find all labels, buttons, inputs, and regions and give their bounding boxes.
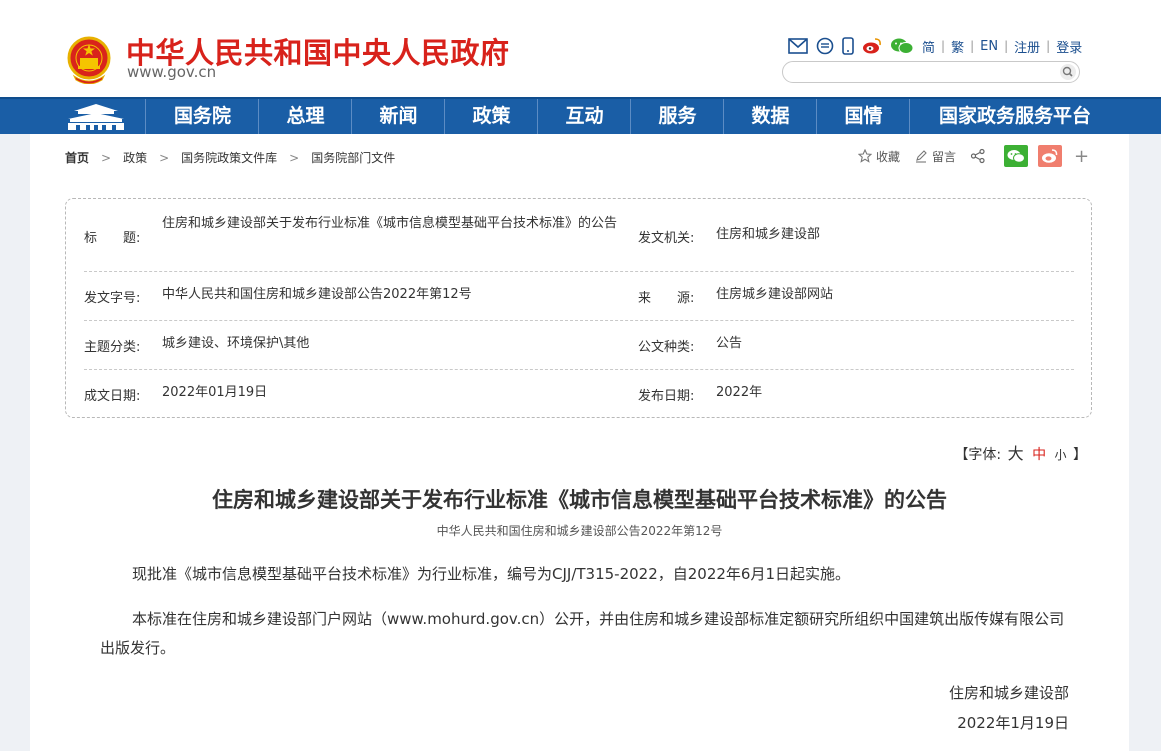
article-paragraph: 现批准《城市信息模型基础平台技术标准》为行业标准，编号为CJJ/T315-202… bbox=[132, 565, 851, 583]
title-value: 住房和城乡建设部关于发布行业标准《城市信息模型基础平台技术标准》的公告 bbox=[162, 216, 618, 231]
lang-simplified-link[interactable]: 简 bbox=[922, 37, 935, 56]
info-row-docno: 发文字号: 中华人民共和国住房和城乡建设部公告2022年第12号 来 源: 住房… bbox=[84, 271, 1074, 321]
wechat-icon[interactable] bbox=[890, 37, 914, 55]
divider: | bbox=[941, 39, 946, 53]
article-title: 住房和城乡建设部关于发布行业标准《城市信息模型基础平台技术标准》的公告 bbox=[212, 488, 947, 512]
top-toolbar: 简 | 繁 | EN | 注册 | 登录 bbox=[788, 35, 1082, 57]
created-date-label: 成文日期: bbox=[84, 389, 141, 404]
share-toolbar: 收藏 留言 + bbox=[858, 144, 1089, 168]
divider: | bbox=[970, 39, 975, 53]
created-date-value: 2022年01月19日 bbox=[162, 385, 268, 400]
font-size-switcher: 【字体: 大 中 小 】 bbox=[954, 440, 1087, 464]
issuer-value: 住房和城乡建设部 bbox=[716, 227, 821, 242]
nav-item-gov-service-platform[interactable]: 国家政务服务平台 bbox=[909, 99, 1120, 134]
divider: | bbox=[1004, 39, 1009, 53]
favorite-button[interactable]: 收藏 bbox=[858, 148, 900, 165]
share-weibo-button[interactable] bbox=[1038, 145, 1063, 167]
topic-label: 主题分类: bbox=[84, 340, 141, 355]
comment-button[interactable]: 留言 bbox=[914, 148, 956, 165]
nav-item-services[interactable]: 服务 bbox=[630, 99, 724, 134]
font-size-close: 】 bbox=[1073, 447, 1087, 463]
info-row-title: 标 题: 住房和城乡建设部关于发布行业标准《城市信息模型基础平台技术标准》的公告… bbox=[84, 199, 1074, 272]
wechat-icon bbox=[1007, 150, 1026, 163]
type-value: 公告 bbox=[716, 336, 743, 351]
search-box bbox=[782, 61, 1080, 83]
document-info-box: 标 题: 住房和城乡建设部关于发布行业标准《城市信息模型基础平台技术标准》的公告… bbox=[65, 198, 1092, 418]
message-icon[interactable] bbox=[816, 37, 834, 55]
search-icon bbox=[1062, 66, 1073, 77]
article-paragraph: 本标准在住房和城乡建设部门户网站（www.mohurd.gov.cn）公开，并由… bbox=[100, 610, 1065, 657]
search-input[interactable] bbox=[793, 64, 1047, 82]
national-emblem-icon[interactable] bbox=[66, 36, 112, 84]
mobile-icon[interactable] bbox=[842, 37, 854, 55]
published-date-label: 发布日期: bbox=[638, 389, 695, 404]
font-size-open: 【字体: bbox=[954, 447, 1002, 463]
published-date-value: 2022年 bbox=[716, 385, 763, 400]
font-size-medium-button[interactable]: 中 bbox=[1032, 447, 1046, 463]
info-row-dates: 成文日期: 2022年01月19日 发布日期: 2022年 bbox=[84, 369, 1074, 417]
chevron-right-icon: > bbox=[101, 150, 112, 165]
source-value: 住房城乡建设部网站 bbox=[716, 287, 834, 302]
star-icon bbox=[858, 149, 872, 163]
article-doc-number: 中华人民共和国住房和城乡建设部公告2022年第12号 bbox=[436, 524, 723, 538]
nav-item-state-council[interactable]: 国务院 bbox=[145, 99, 259, 134]
lang-traditional-link[interactable]: 繁 bbox=[951, 37, 964, 56]
pen-icon bbox=[916, 150, 927, 163]
divider: | bbox=[1046, 39, 1051, 53]
breadcrumb-policy[interactable]: 政策 bbox=[123, 149, 147, 166]
plus-icon[interactable]: + bbox=[1074, 146, 1089, 167]
comment-label: 留言 bbox=[932, 149, 957, 164]
nav-item-premier[interactable]: 总理 bbox=[258, 99, 352, 134]
article-date: 2022年1月19日 bbox=[957, 714, 1069, 732]
breadcrumb-home[interactable]: 首页 bbox=[65, 149, 89, 166]
type-label: 公文种类: bbox=[638, 340, 695, 355]
register-link[interactable]: 注册 bbox=[1014, 37, 1040, 56]
nav-item-policy[interactable]: 政策 bbox=[444, 99, 538, 134]
site-header: 中华人民共和国中央人民政府 www.gov.cn 简 | 繁 | EN | 注册… bbox=[0, 0, 1161, 97]
chevron-right-icon: > bbox=[289, 150, 300, 165]
font-size-large-button[interactable]: 大 bbox=[1008, 444, 1024, 463]
docno-label: 发文字号: bbox=[84, 291, 141, 306]
weibo-icon bbox=[1042, 149, 1058, 163]
source-label: 来 源: bbox=[638, 291, 695, 306]
share-icon bbox=[970, 148, 985, 164]
search-button[interactable] bbox=[1060, 64, 1076, 80]
mail-icon[interactable] bbox=[788, 38, 808, 54]
site-domain: www.gov.cn bbox=[127, 63, 217, 81]
weibo-icon[interactable] bbox=[862, 37, 882, 55]
main-nav: 国务院 总理 新闻 政策 互动 服务 数据 国情 国家政务服务平台 bbox=[0, 97, 1161, 134]
favorite-label: 收藏 bbox=[876, 149, 901, 164]
article-signer: 住房和城乡建设部 bbox=[948, 684, 1069, 702]
nav-item-news[interactable]: 新闻 bbox=[351, 99, 445, 134]
share-button[interactable] bbox=[970, 148, 990, 164]
content-page: 首页 > 政策 > 国务院政策文件库 > 国务院部门文件 收藏 留言 + 标 题… bbox=[30, 134, 1129, 751]
issuer-label: 发文机关: bbox=[638, 231, 695, 246]
share-wechat-button[interactable] bbox=[1004, 145, 1029, 167]
lang-english-link[interactable]: EN bbox=[980, 39, 998, 54]
chevron-right-icon: > bbox=[159, 150, 170, 165]
nav-item-interaction[interactable]: 互动 bbox=[537, 99, 631, 134]
docno-value: 中华人民共和国住房和城乡建设部公告2022年第12号 bbox=[162, 287, 472, 302]
breadcrumb: 首页 > 政策 > 国务院政策文件库 > 国务院部门文件 bbox=[65, 149, 395, 166]
breadcrumb-policy-library[interactable]: 国务院政策文件库 bbox=[181, 149, 277, 166]
font-size-small-button[interactable]: 小 bbox=[1055, 448, 1067, 462]
info-row-topic: 主题分类: 城乡建设、环境保护\其他 公文种类: 公告 bbox=[84, 320, 1074, 370]
title-label: 标 题: bbox=[84, 231, 141, 246]
nav-item-data[interactable]: 数据 bbox=[723, 99, 817, 134]
breadcrumb-department-docs[interactable]: 国务院部门文件 bbox=[311, 149, 395, 166]
tiananmen-icon[interactable] bbox=[60, 101, 132, 133]
login-link[interactable]: 登录 bbox=[1056, 37, 1082, 56]
topic-value: 城乡建设、环境保护\其他 bbox=[162, 336, 310, 351]
nav-item-national-conditions[interactable]: 国情 bbox=[816, 99, 910, 134]
